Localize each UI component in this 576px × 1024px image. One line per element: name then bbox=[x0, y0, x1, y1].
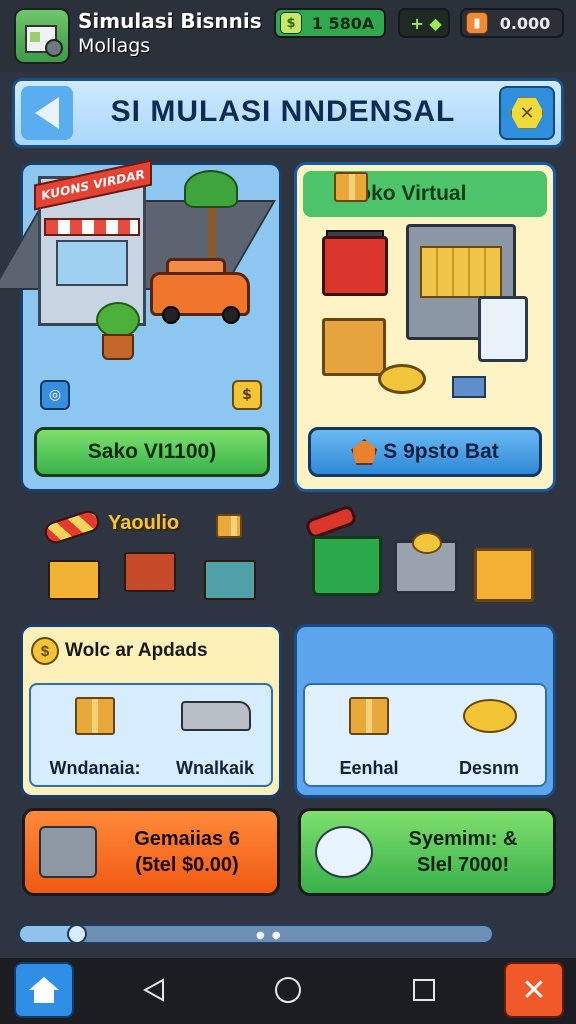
virtual-shop-button[interactable]: S 9psto Bat bbox=[308, 427, 542, 477]
gold-crate-icon[interactable] bbox=[48, 560, 100, 600]
gem-icon bbox=[351, 439, 378, 465]
red-cart-icon bbox=[322, 236, 388, 296]
close-icon: ✕ bbox=[510, 97, 544, 129]
upgrades-list: Wndanaia: Wnalkaik bbox=[29, 683, 273, 787]
tablet-screen-icon bbox=[478, 296, 528, 362]
upgrades-title: Wolc ar Apdads bbox=[65, 640, 208, 661]
palm-leaves bbox=[184, 170, 238, 208]
coins-icon bbox=[463, 699, 517, 733]
store-window bbox=[56, 240, 128, 286]
app-icon[interactable] bbox=[14, 8, 70, 64]
dollar-coin-icon: $ bbox=[31, 637, 59, 665]
back-arrow-icon bbox=[35, 97, 59, 129]
app-title: Simulasi Bisnnis bbox=[78, 9, 262, 33]
money-value: 1 580A bbox=[311, 13, 375, 33]
gold-box-icon[interactable] bbox=[474, 548, 534, 602]
bottom-nav: ✕ bbox=[0, 958, 576, 1024]
plant-pot bbox=[102, 334, 134, 360]
status-bar: Simulasi Bisnnis Mollags $ 1 580A + ◆ ▮ … bbox=[0, 0, 576, 72]
cash-icon: $ bbox=[280, 12, 302, 34]
inventory-slot[interactable]: Eenhal bbox=[309, 693, 429, 781]
gem-plus-icon: + ◆ bbox=[410, 13, 442, 33]
circle-icon bbox=[275, 977, 301, 1003]
gem-add-button[interactable]: + ◆ bbox=[398, 8, 450, 38]
inventory-slot[interactable]: Desnm bbox=[429, 693, 549, 781]
coin-icon bbox=[412, 532, 442, 554]
system-action-button[interactable]: Syemimı: & Slel 7000! bbox=[298, 808, 556, 896]
tools-icon: ✕ bbox=[521, 972, 547, 1008]
header-banner: SI MULASI NNDENSAL ✕ bbox=[12, 78, 564, 148]
inventory-slot-label: Desnm bbox=[458, 758, 520, 778]
plant-icon bbox=[96, 302, 140, 338]
teal-crate-icon[interactable] bbox=[204, 560, 256, 600]
system-recents-button[interactable] bbox=[406, 972, 442, 1008]
section-label: Yaoulio bbox=[108, 512, 180, 534]
inventory-panel: Eenhal Desnm bbox=[294, 624, 556, 798]
system-action-line1: Syemimı: & bbox=[408, 828, 518, 850]
info-badge-icon[interactable]: ◎ bbox=[40, 380, 70, 410]
generator-action-label: Gemaiias 6 (5tel $0.00) bbox=[97, 826, 277, 878]
inventory-list: Eenhal Desnm bbox=[303, 683, 547, 787]
upgrade-slot[interactable]: Wnalkaik bbox=[155, 693, 275, 781]
van-icon bbox=[181, 701, 251, 731]
back-button[interactable] bbox=[21, 86, 73, 140]
crate-icon bbox=[322, 318, 386, 376]
coin-counter[interactable]: ▮ 0.000 bbox=[460, 8, 564, 38]
progress-slider[interactable]: ● ● bbox=[18, 924, 494, 944]
home-icon bbox=[29, 977, 59, 1003]
machine-icon bbox=[39, 826, 97, 878]
compass-icon bbox=[315, 826, 373, 878]
small-box-icon bbox=[216, 514, 242, 538]
generator-action-line1: Gemaiias 6 bbox=[134, 828, 240, 850]
upgrade-slot[interactable]: Wndanaia: bbox=[35, 693, 155, 781]
box-icon bbox=[334, 172, 368, 202]
system-action-label: Syemimı: & Slel 7000! bbox=[373, 826, 553, 878]
coin-value: 0.000 bbox=[499, 13, 551, 33]
slider-knob[interactable] bbox=[66, 924, 87, 944]
store-awning bbox=[44, 218, 140, 236]
square-icon bbox=[413, 979, 435, 1001]
box-icon bbox=[349, 697, 389, 735]
tools-button[interactable]: ✕ bbox=[504, 962, 564, 1018]
upgrade-slot-label: Wndanaia: bbox=[49, 758, 141, 778]
car-wheel bbox=[222, 306, 240, 324]
coin-card-icon: ▮ bbox=[466, 12, 488, 34]
page-dots: ● ● bbox=[256, 930, 283, 941]
system-home-button[interactable] bbox=[270, 972, 306, 1008]
page-title: SI MULASI NNDENSAL bbox=[110, 95, 456, 128]
upgrades-panel: $ Wolc ar Apdads Wndanaia: Wnalkaik bbox=[20, 624, 282, 798]
striped-pole-icon bbox=[41, 507, 103, 547]
tile-icon bbox=[452, 376, 486, 398]
shelf-goods bbox=[420, 246, 502, 298]
app-subtitle: Mollags bbox=[78, 35, 151, 57]
bonus-badge-icon[interactable]: $ bbox=[232, 380, 262, 410]
back-triangle-icon bbox=[143, 978, 164, 1002]
brick-crate-icon[interactable] bbox=[124, 552, 176, 592]
generator-action-line2: (5tel $0.00) bbox=[135, 854, 239, 876]
virtual-shop-button-label: S 9psto Bat bbox=[383, 440, 499, 463]
upgrade-slot-label: Wnalkaik bbox=[175, 758, 255, 778]
store-buy-button[interactable]: Sako VI1100) bbox=[34, 427, 270, 477]
coins-icon bbox=[378, 364, 426, 394]
system-back-button[interactable] bbox=[136, 972, 172, 1008]
inventory-slot-label: Eenhal bbox=[339, 758, 399, 778]
system-action-line2: Slel 7000! bbox=[416, 854, 510, 876]
generator-action-button[interactable]: Gemaiias 6 (5tel $0.00) bbox=[22, 808, 280, 896]
money-counter[interactable]: $ 1 580A bbox=[274, 8, 386, 38]
home-button[interactable] bbox=[14, 962, 74, 1018]
shopping-basket-icon[interactable] bbox=[312, 536, 382, 596]
basket-handle bbox=[304, 504, 358, 540]
car-wheel bbox=[162, 306, 180, 324]
close-button[interactable]: ✕ bbox=[499, 86, 555, 140]
upgrades-title-row: $ Wolc ar Apdads bbox=[31, 637, 208, 665]
box-icon bbox=[75, 697, 115, 735]
